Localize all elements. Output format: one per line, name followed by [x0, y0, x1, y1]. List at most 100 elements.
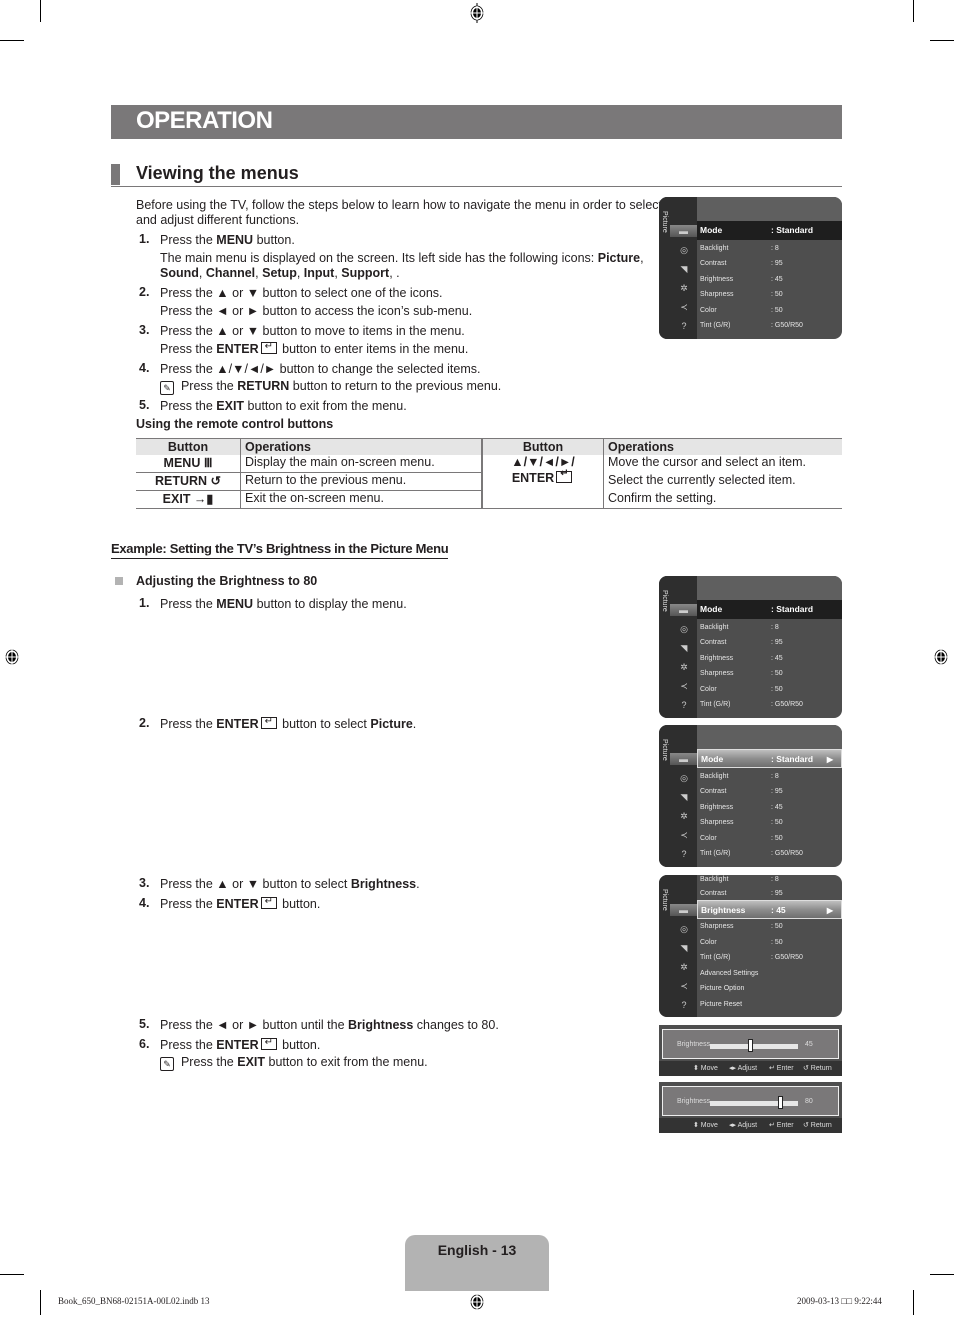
step-number: 3.	[139, 876, 150, 890]
menu-item-value: : Standard	[771, 225, 814, 235]
crop-mark	[930, 40, 954, 41]
menu-item: Color : 50	[700, 683, 842, 697]
enter-icon	[556, 468, 573, 483]
osd-hint-move: ⬍ Move	[693, 1122, 718, 1129]
menu-item-label: Sharpness	[700, 291, 734, 298]
picture-icon: ▬	[670, 753, 697, 765]
slider-label: Brightness	[677, 1098, 711, 1105]
menu-item-label: Picture Option	[700, 985, 745, 992]
step-number: 6.	[139, 1037, 150, 1051]
channel-icon: ◥	[680, 943, 688, 953]
menu-item-label: Contrast	[700, 639, 727, 646]
menu-item: Sharpness: 50	[700, 920, 842, 934]
enter-icon	[260, 1035, 277, 1051]
table-header: Button	[481, 438, 604, 455]
menu-item: Color: 50	[700, 304, 842, 318]
menu-category-label: Picture	[661, 590, 668, 612]
step-number: 5.	[139, 398, 150, 412]
menu-item-value: : 50	[771, 291, 783, 298]
menu-item-value: : 95	[771, 788, 783, 795]
menu-item: Tint (G/R): G50/R50	[700, 847, 842, 861]
step-number: 1.	[139, 232, 150, 246]
menu-category-label: Picture	[661, 211, 668, 233]
channel-icon: ◥	[680, 264, 688, 274]
menu-item-label: Tint (G/R)	[700, 850, 731, 857]
picture-icon: ▬	[670, 225, 697, 237]
menu-header-band	[697, 725, 842, 749]
step-number: 3.	[139, 323, 150, 337]
step-4-note: ✎ Press the RETURN button to return to t…	[160, 378, 501, 395]
menu-item-label: Brightness	[700, 804, 734, 811]
step-number: 2.	[139, 716, 150, 730]
menu-item-value: : 50	[771, 819, 783, 826]
operation-cell: Select the currently selected item.	[603, 472, 842, 491]
menu-item-value: : 50	[771, 939, 783, 946]
registration-mark-icon	[933, 647, 949, 667]
enter-icon	[260, 894, 277, 910]
step-number: 4.	[139, 361, 150, 375]
brightness-slider-track	[710, 1044, 798, 1049]
step-number: 2.	[139, 285, 150, 299]
menu-item: Backlight: 8	[700, 621, 842, 635]
note-icon: ✎	[160, 381, 174, 395]
menu-item-label: Brightness	[700, 655, 734, 662]
registration-mark-icon	[469, 1292, 485, 1312]
example-step-4: Press the ENTER button.	[160, 894, 320, 912]
support-icon: ?	[681, 700, 687, 710]
osd-hint-adjust: ◂▸ Adjust	[729, 1122, 758, 1129]
setup-icon: ✲	[680, 283, 688, 293]
step-2: Press the ▲ or ▼ button to select one of…	[160, 286, 443, 300]
menu-item-label: Tint (G/R)	[700, 701, 731, 708]
menu-item-value: : 8	[771, 773, 779, 780]
menu-item: Mode: Standard	[697, 221, 842, 240]
menu-item-value: : 45	[771, 655, 783, 662]
setup-icon: ✲	[680, 962, 688, 972]
step-number: 1.	[139, 596, 150, 610]
setup-icon: ✲	[680, 662, 688, 672]
menu-item: Tint (G/R): G50/R50	[700, 319, 842, 333]
step-1: Press the MENU button.	[160, 233, 295, 247]
brightness-slider-thumb	[747, 1039, 753, 1052]
sound-icon: ◎	[680, 773, 688, 783]
channel-icon: ◥	[680, 792, 688, 802]
osd-hint-move: ⬍ Move	[693, 1065, 718, 1072]
menu-item: Backlight: 8	[700, 242, 842, 256]
menu-item: Contrast: 95	[700, 257, 842, 271]
support-icon: ?	[681, 849, 687, 859]
osd-hint-return: ↺ Return	[803, 1065, 832, 1072]
menu-item-label: Tint (G/R)	[700, 322, 731, 329]
menu-item: Mode: Standard	[697, 600, 842, 619]
menu-item-label: Sharpness	[700, 819, 734, 826]
menu-item-label: Contrast	[700, 260, 727, 267]
osd-hint-adjust: ◂▸ Adjust	[729, 1065, 758, 1072]
menu-item-label: Color	[700, 686, 717, 693]
menu-item-value: : 45	[771, 276, 783, 283]
slider-panel: Brightness 80	[662, 1086, 839, 1116]
menu-item-label: Sharpness	[700, 923, 734, 930]
menu-item-label: Color	[700, 307, 717, 314]
tv-menu-screenshot: Picture ▬ ◎ ◥ ✲ ≺? Mode: Standard Backlight: 8 C…	[659, 197, 842, 339]
tv-menu-screenshot: Picture ▬ ◎ ◥ ✲ ≺? Backlight: 8 Contrast: 95 Bri…	[659, 875, 842, 1017]
menu-item-value: : 8	[771, 624, 779, 631]
crop-mark	[913, 1290, 914, 1315]
tv-menu-screenshot: Picture ▬ ◎ ◥ ✲ ≺? Mode: Standard ▶ Backlight: 8…	[659, 725, 842, 867]
menu-item: Advanced Settings	[700, 967, 842, 981]
menu-item-label: Contrast	[700, 788, 727, 795]
menu-item-value: : 50	[771, 686, 783, 693]
slider-value: 80	[805, 1098, 813, 1105]
registration-mark-icon	[4, 647, 20, 667]
print-file-info: Book_650_BN68-02151A-00L02.indb 13	[58, 1296, 210, 1306]
menu-item-value: : 8	[771, 245, 779, 252]
page-number: English - 13	[437, 1242, 517, 1258]
menu-item-value: : 8	[771, 876, 779, 883]
menu-item-value: : 50	[771, 835, 783, 842]
menu-item-label: Brightness	[700, 276, 734, 283]
picture-icon: ▬	[670, 904, 697, 916]
sound-icon: ◎	[680, 924, 688, 934]
right-arrow-icon: ▶	[826, 906, 833, 915]
menu-item: Contrast: 95	[700, 887, 842, 901]
support-icon: ?	[681, 321, 687, 331]
menu-item-value: : 45	[771, 804, 783, 811]
crop-mark	[913, 0, 914, 22]
example-step-3: Press the ▲ or ▼ button to select Bright…	[160, 877, 420, 891]
